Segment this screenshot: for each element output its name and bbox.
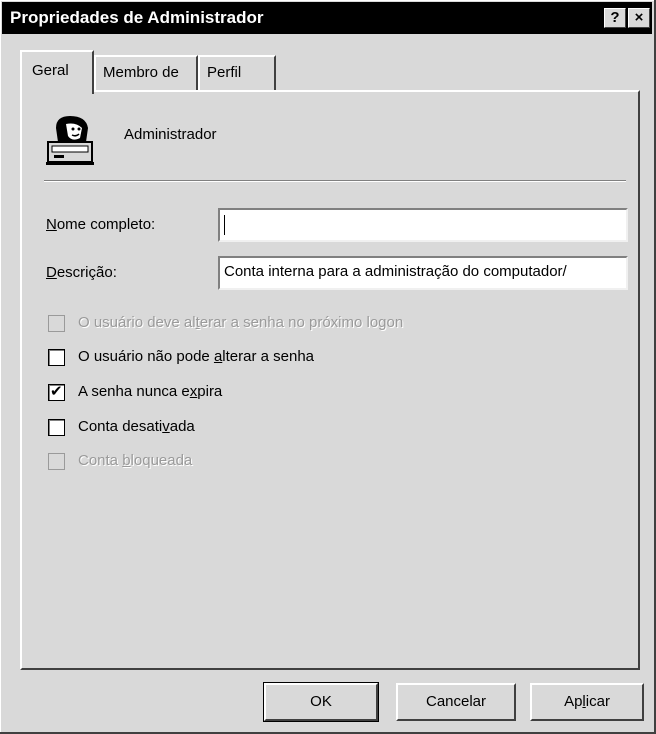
checkbox-box[interactable] [48, 419, 65, 436]
ok-button[interactable]: OK [263, 682, 379, 722]
close-button[interactable]: × [628, 8, 650, 28]
checkbox-box[interactable]: ✔ [48, 383, 65, 401]
window-title: Propriedades de Administrador [10, 8, 264, 27]
tab-perfil[interactable]: Perfil [198, 55, 276, 91]
full-name-input[interactable] [218, 208, 628, 242]
description-input[interactable]: Conta interna para a administração do co… [218, 256, 628, 290]
apply-button[interactable]: Aplicar [530, 683, 644, 721]
tab-label: Geral [32, 62, 69, 79]
cancel-button[interactable]: Cancelar [396, 683, 516, 721]
checkbox-label: Conta bloqueada [78, 452, 193, 469]
full-name-label: Nome completo: [46, 216, 156, 233]
checkmark-icon: ✔ [50, 383, 63, 400]
tab-panel-geral: Administrador Nome completo: Descrição: … [20, 90, 640, 670]
checkbox-box[interactable] [48, 453, 65, 470]
tab-membro-de[interactable]: Membro de [94, 55, 198, 91]
tab-geral[interactable]: Geral [20, 50, 94, 94]
checkbox-label: O usuário não pode alterar a senha [78, 348, 315, 365]
tab-label: Perfil [207, 64, 242, 81]
user-name: Administrador [124, 126, 217, 143]
checkbox-label: A senha nunca expira [78, 383, 223, 400]
user-computer-icon [46, 112, 100, 170]
properties-dialog: Propriedades de Administrador ? × Geral … [0, 0, 656, 734]
description-label: Descrição: [46, 264, 117, 281]
section-divider [44, 180, 626, 182]
checkbox-label: O usuário deve alterar a senha no próxim… [78, 314, 404, 331]
text-caret [224, 215, 225, 235]
checkbox-box[interactable] [48, 349, 65, 366]
checkbox-box[interactable] [48, 315, 65, 332]
help-button[interactable]: ? [604, 8, 626, 28]
checkbox-label: Conta desativada [78, 418, 195, 435]
tab-label: Membro de [103, 64, 179, 81]
title-bar[interactable]: Propriedades de Administrador ? × [2, 2, 652, 34]
